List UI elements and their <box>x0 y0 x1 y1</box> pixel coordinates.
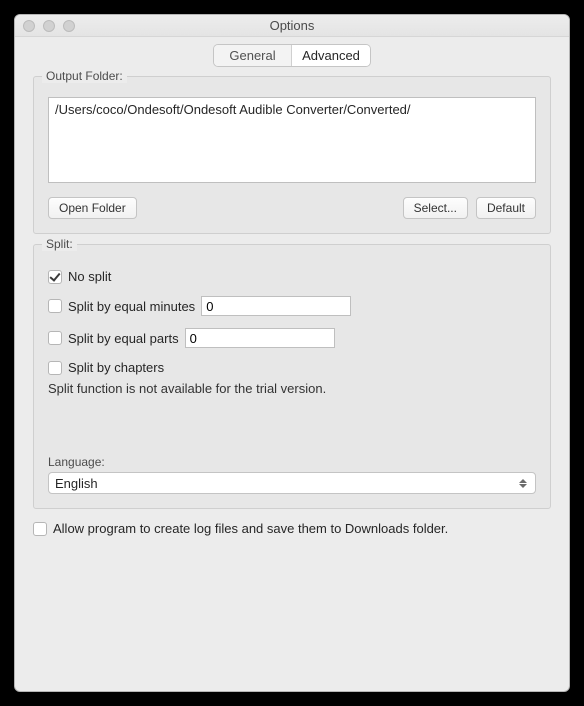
split-parts-input[interactable] <box>185 328 335 348</box>
options-window: Options General Advanced Output Folder: … <box>14 14 570 692</box>
default-folder-button[interactable]: Default <box>476 197 536 219</box>
output-folder-path[interactable]: /Users/coco/Ondesoft/Ondesoft Audible Co… <box>48 97 536 183</box>
split-minutes-checkbox[interactable] <box>48 299 62 313</box>
select-stepper-icon <box>515 473 531 493</box>
tab-general[interactable]: General <box>214 45 292 66</box>
language-group: Language: English <box>48 444 536 494</box>
split-parts-checkbox[interactable] <box>48 331 62 345</box>
split-chapters-checkbox[interactable] <box>48 361 62 375</box>
open-folder-button[interactable]: Open Folder <box>48 197 137 219</box>
titlebar: Options <box>15 15 569 37</box>
split-group: Split: No split Split by equal minutes S… <box>33 244 551 509</box>
language-label: Language: <box>48 455 536 469</box>
no-split-label: No split <box>68 269 111 284</box>
no-split-checkbox[interactable] <box>48 270 62 284</box>
language-value: English <box>55 476 98 491</box>
content-area: Output Folder: /Users/coco/Ondesoft/Onde… <box>15 76 569 556</box>
split-minutes-input[interactable] <box>201 296 351 316</box>
output-folder-group: Output Folder: /Users/coco/Ondesoft/Onde… <box>33 76 551 234</box>
split-label: Split: <box>42 237 77 251</box>
split-trial-note: Split function is not available for the … <box>48 381 536 396</box>
window-title: Options <box>15 18 569 33</box>
split-parts-label: Split by equal parts <box>68 331 179 346</box>
split-minutes-label: Split by equal minutes <box>68 299 195 314</box>
tab-advanced[interactable]: Advanced <box>292 45 370 66</box>
allow-log-label: Allow program to create log files and sa… <box>53 521 448 536</box>
allow-log-checkbox[interactable] <box>33 522 47 536</box>
language-select[interactable]: English <box>48 472 536 494</box>
select-folder-button[interactable]: Select... <box>403 197 468 219</box>
output-folder-label: Output Folder: <box>42 69 127 83</box>
split-chapters-label: Split by chapters <box>68 360 164 375</box>
